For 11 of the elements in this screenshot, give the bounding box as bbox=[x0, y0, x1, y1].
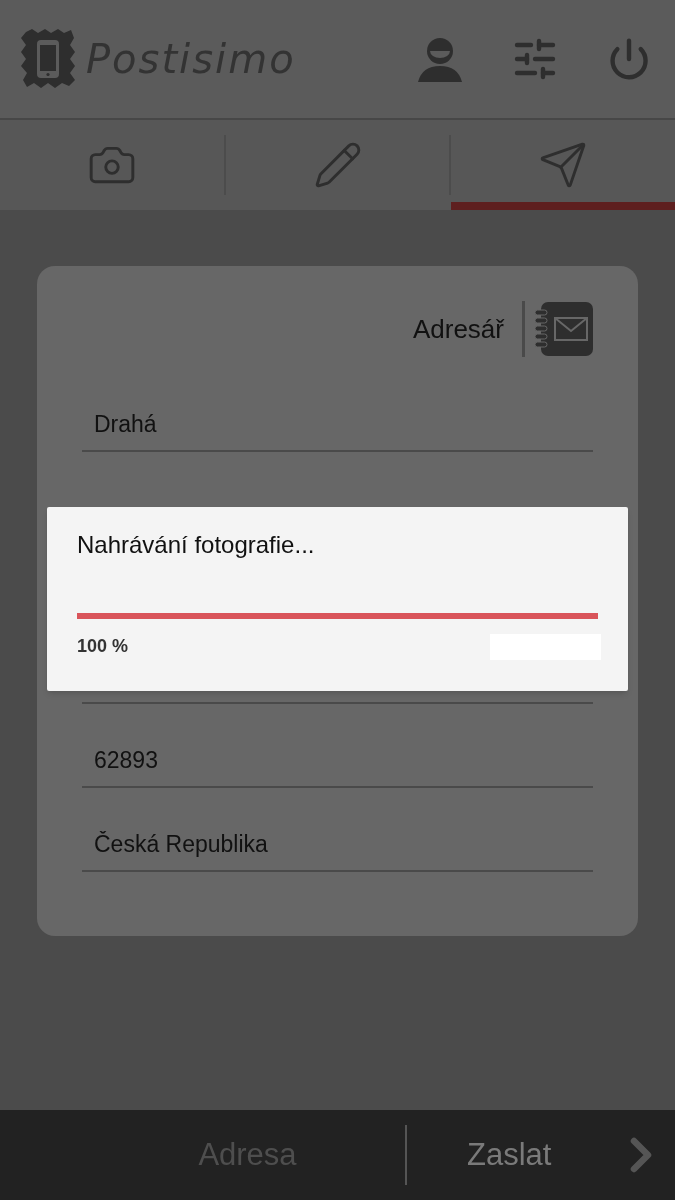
address-book-icon bbox=[535, 302, 593, 356]
text-field[interactable]: Česká Republika bbox=[82, 818, 593, 872]
footer-button[interactable]: Zaslat bbox=[407, 1110, 613, 1200]
stamp-phone-icon bbox=[18, 28, 78, 90]
dialog-title: Nahrávání fotografie... bbox=[77, 530, 316, 560]
text-field[interactable]: 62893 bbox=[82, 734, 593, 788]
address-book-button[interactable]: Adresář bbox=[412, 301, 593, 357]
user-icon[interactable] bbox=[417, 36, 463, 82]
power-icon[interactable] bbox=[607, 37, 651, 81]
progress-reading: 100 % bbox=[77, 635, 129, 658]
text-field[interactable]: Drahá bbox=[82, 398, 593, 452]
